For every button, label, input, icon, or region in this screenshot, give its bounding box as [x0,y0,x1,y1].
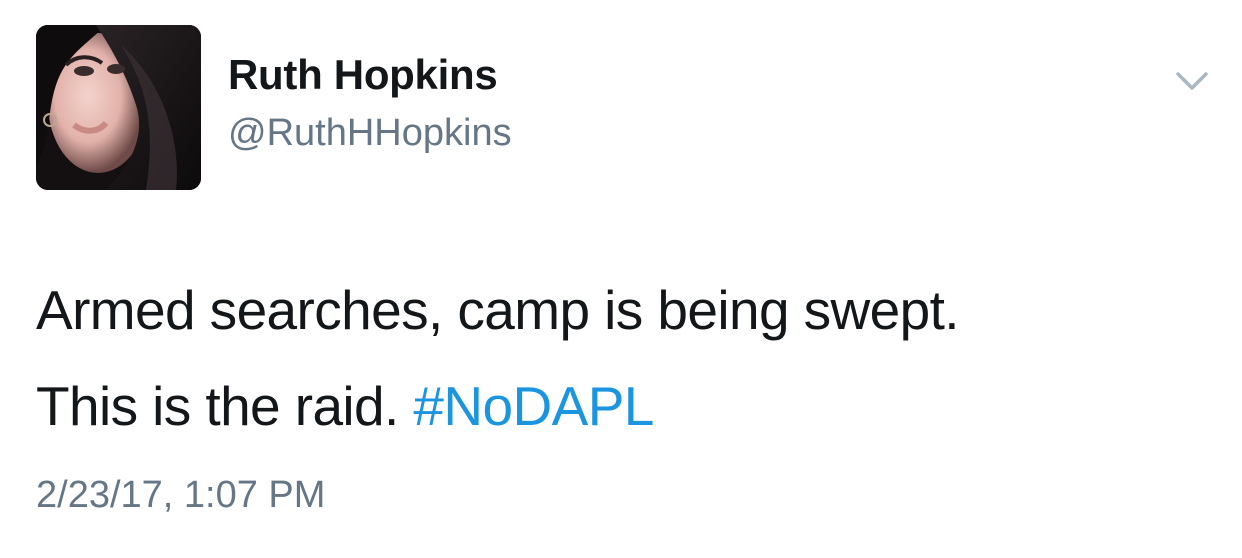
author-name[interactable]: Ruth Hopkins [228,54,498,96]
avatar-image [36,25,201,190]
tweet-menu-button[interactable] [1172,66,1212,96]
tweet-text-line-2-prefix: This is the raid. [36,375,399,437]
avatar[interactable] [36,25,201,190]
tweet-timestamp[interactable]: 2/23/17, 1:07 PM [36,476,325,514]
tweet-text-line-1: Armed searches, camp is being swept. [36,279,960,341]
tweet-card: Ruth Hopkins @RuthHHopkins Armed searche… [0,0,1242,558]
tweet-text: Armed searches, camp is being swept. Thi… [36,262,1196,454]
hashtag-link[interactable]: #NoDAPL [413,375,654,437]
chevron-down-icon [1176,72,1208,90]
author-handle[interactable]: @RuthHHopkins [228,114,512,152]
tweet-text-line-2: This is the raid. #NoDAPL [36,358,1196,454]
